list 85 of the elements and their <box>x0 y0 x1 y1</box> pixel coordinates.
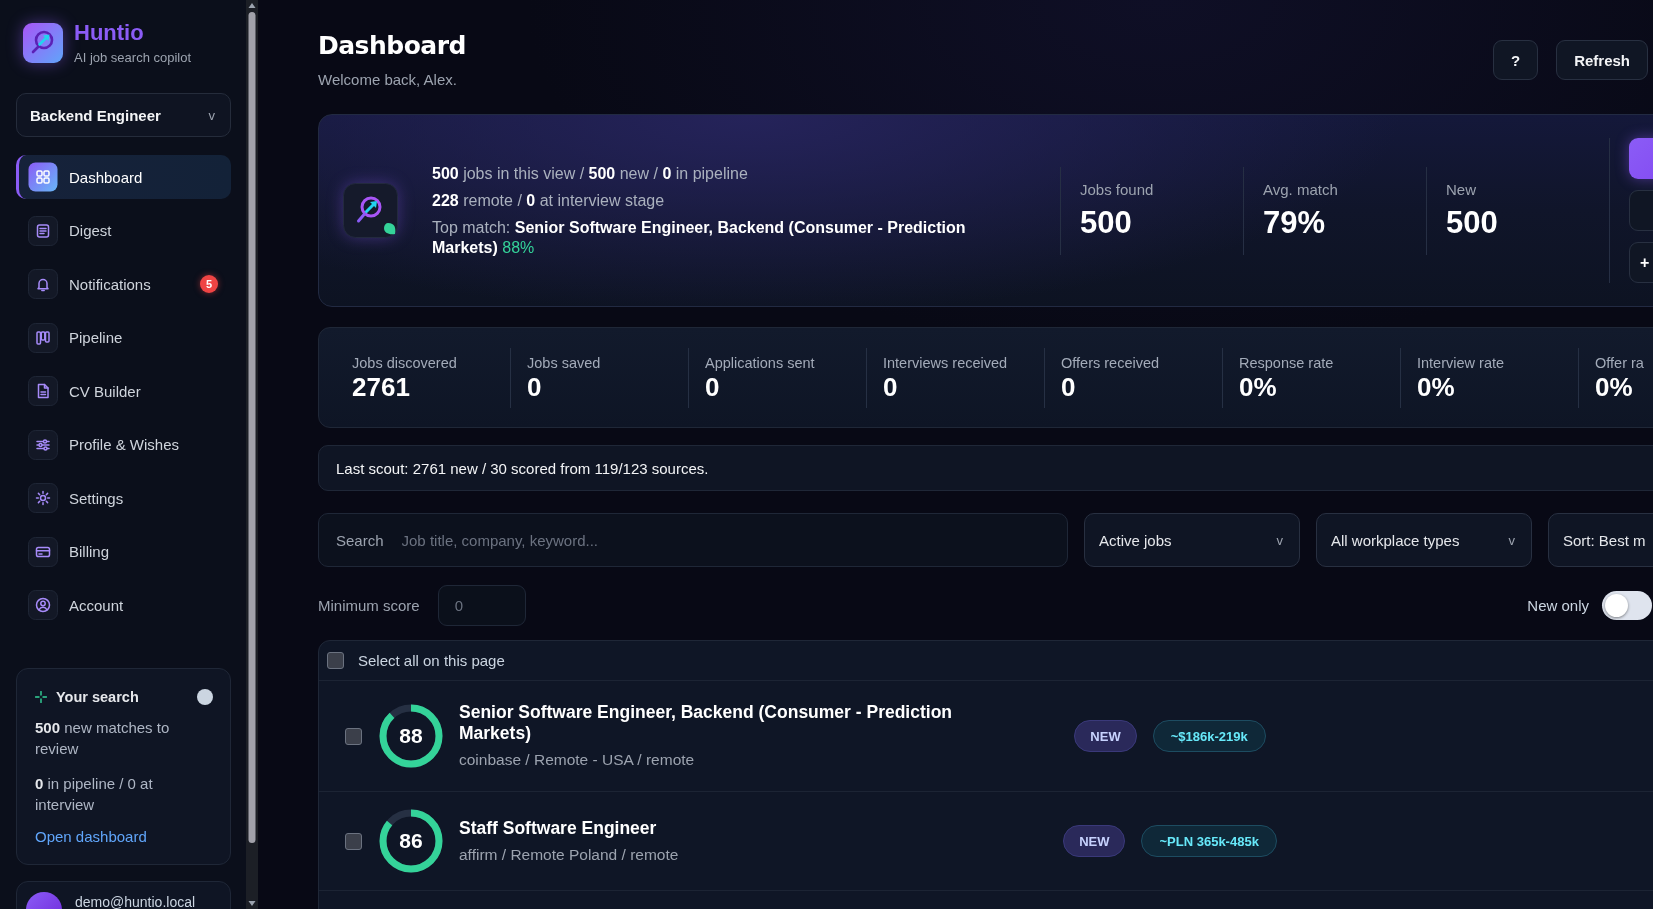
select-all-checkbox[interactable] <box>327 652 344 669</box>
metric-label: Offer ra <box>1595 353 1645 372</box>
stat-label: Avg. match <box>1263 180 1339 199</box>
metric-value: 0 <box>1061 371 1077 402</box>
help-button[interactable]: ? <box>1492 40 1539 80</box>
sliders-icon <box>28 429 58 460</box>
metric-value: 0% <box>1417 371 1456 402</box>
metric-label: Offers received <box>1061 353 1161 372</box>
nav-item[interactable]: Account <box>16 583 231 627</box>
summary-text: 500 jobs in this view / 500 new / 0 in pipeline <box>432 163 749 184</box>
nav-item[interactable]: Digest <box>16 208 231 253</box>
nav-item[interactable]: Settings <box>16 476 231 520</box>
select-all-label: Select all on this page <box>358 652 505 669</box>
metric-label: Applications sent <box>705 353 816 372</box>
metric-label: Interviews received <box>883 353 1009 372</box>
stat-value: 500 <box>1080 204 1133 241</box>
nav-item[interactable]: Pipeline <box>16 315 231 360</box>
search-profile-select[interactable]: Backend Engineer v <box>16 93 231 137</box>
bell-icon <box>28 269 58 299</box>
stat-label: Jobs found <box>1080 180 1155 199</box>
minimum-score-label: Minimum score <box>318 597 420 614</box>
nav-item[interactable]: Dashboard <box>16 155 231 199</box>
score-value: 86 <box>399 829 423 853</box>
new-only-label: New only <box>1527 597 1589 614</box>
search-card-text: 500 new matches to review <box>35 718 171 759</box>
file-icon <box>28 376 58 406</box>
columns-icon <box>28 322 58 353</box>
grid-icon <box>28 162 58 192</box>
brand-tagline: AI job search copilot <box>74 49 192 66</box>
refresh-button[interactable]: Refresh <box>1556 40 1648 80</box>
job-meta: coinbase / Remote - USA / remote <box>459 750 696 770</box>
metric-label: Interview rate <box>1417 353 1506 372</box>
credit-card-icon <box>28 536 58 567</box>
sort-select[interactable]: Sort: Best m <box>1548 513 1653 567</box>
nav-item[interactable]: Profile & Wishes <box>16 422 231 467</box>
stat-value: 500 <box>1446 204 1499 241</box>
page-title: Dashboard <box>318 30 466 62</box>
notification-badge: 5 <box>200 275 218 293</box>
metric-label: Response rate <box>1239 353 1335 372</box>
job-title[interactable]: Staff Software Engineer <box>459 817 999 839</box>
nav-item[interactable]: Notifications 5 <box>16 262 231 306</box>
workplace-select[interactable]: All workplace types v <box>1316 513 1532 567</box>
scout-status-bar: Last scout: 2761 new / 30 scored from 119/123 sources. <box>318 445 1653 491</box>
document-icon <box>28 215 58 246</box>
crosshair-icon <box>35 691 47 703</box>
new-tag: NEW <box>1074 720 1137 752</box>
new-only-toggle[interactable] <box>1602 591 1652 620</box>
metric-value: 0 <box>883 371 899 402</box>
row-checkbox[interactable] <box>345 832 362 850</box>
brand-name: Huntio <box>74 20 145 45</box>
score-value: 88 <box>399 724 423 748</box>
metric-value: 0 <box>705 371 721 402</box>
user-email: demo@huntio.local <box>75 894 196 909</box>
metric-value: 0% <box>1595 371 1634 402</box>
top-match-text: Top match: Senior Software Engineer, Backend (Consumer - Prediction Markets) 88% <box>432 217 967 258</box>
minimum-score-input[interactable]: 0 <box>437 585 526 626</box>
search-card-title: Your search <box>56 689 139 705</box>
user-card[interactable]: demo@huntio.local <box>16 881 231 909</box>
sidebar-scrollbar[interactable] <box>246 0 258 909</box>
row-checkbox[interactable] <box>345 727 362 745</box>
search-input[interactable]: Job title, company, keyword... <box>401 529 1067 551</box>
open-dashboard-link[interactable]: Open dashboard <box>35 827 147 847</box>
page-subtitle: Welcome back, Alex. <box>318 71 458 89</box>
search-label: Search <box>336 531 384 549</box>
nav-item[interactable]: CV Builder <box>16 369 231 413</box>
stat-value: 79% <box>1263 204 1327 241</box>
search-card-text: 0 in pipeline / 0 at interview <box>35 774 154 815</box>
job-title[interactable]: Senior Software Engineer, Backend (Consumer - Prediction Markets) <box>459 702 999 744</box>
status-select[interactable]: Active jobs v <box>1084 513 1300 567</box>
metric-label: Jobs discovered <box>352 353 458 372</box>
metric-value: 2761 <box>352 371 411 402</box>
nav-item[interactable]: Billing <box>16 529 231 574</box>
stat-label: New <box>1446 180 1477 199</box>
metric-value: 0 <box>527 371 543 402</box>
search-field[interactable]: Search Job title, company, keyword... <box>318 513 1068 567</box>
status-dot-icon <box>197 689 213 705</box>
job-meta: affirm / Remote Poland / remote <box>459 844 680 865</box>
add-button[interactable]: + <box>1629 242 1653 283</box>
metric-label: Jobs saved <box>527 353 602 372</box>
sun-icon <box>28 483 58 513</box>
metric-value: 0% <box>1239 371 1278 402</box>
salary-tag: ~PLN 365k-485k <box>1141 825 1277 857</box>
new-tag: NEW <box>1063 825 1126 857</box>
salary-tag: ~$186k-219k <box>1152 720 1266 752</box>
summary-text: 228 remote / 0 at interview stage <box>432 190 666 211</box>
